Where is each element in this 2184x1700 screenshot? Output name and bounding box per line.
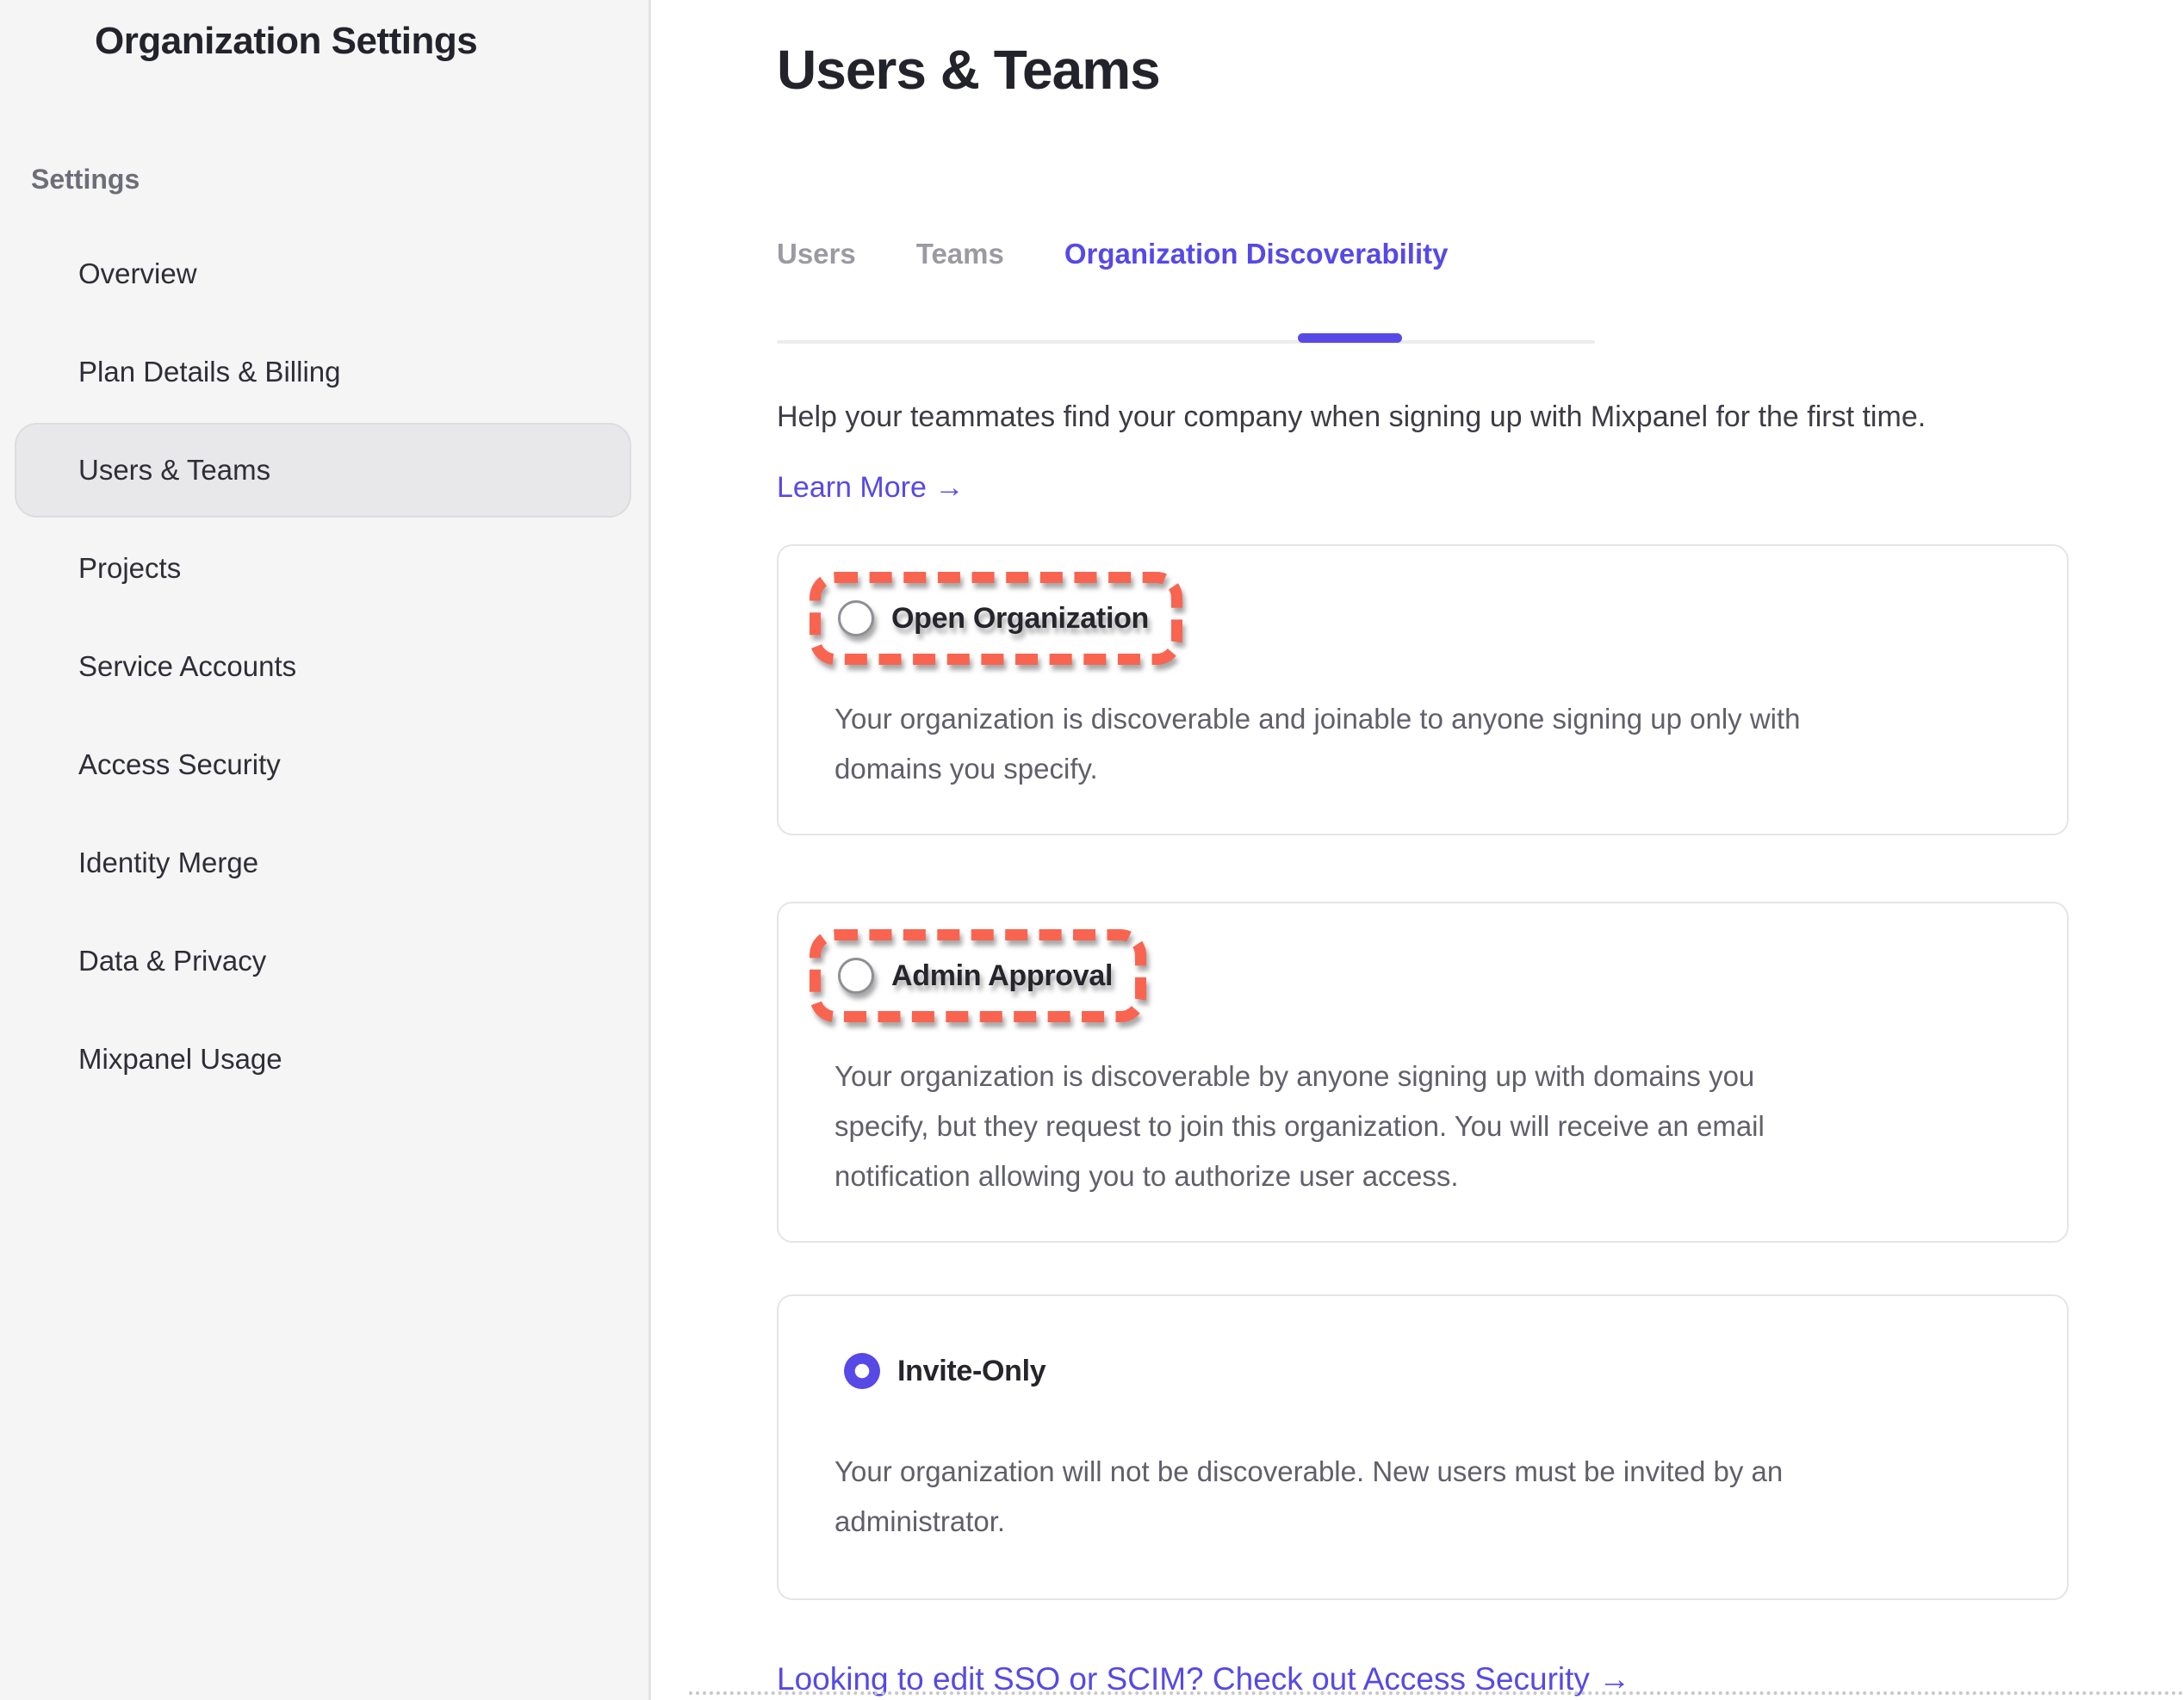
tab-teams[interactable]: Teams [916, 237, 1004, 271]
description-line: Your organization is discoverable by any… [835, 1052, 2015, 1101]
sidebar-item-mixpanel-usage[interactable]: Mixpanel Usage [15, 1012, 631, 1107]
description-line: domains you specify. [835, 744, 2015, 794]
learn-more-link[interactable]: Learn More → [777, 467, 964, 508]
option-description: Your organization will not be discoverab… [835, 1447, 2015, 1547]
sidebar-item-plan-details-billing[interactable]: Plan Details & Billing [15, 325, 631, 419]
description-line: notification allowing you to authorize u… [835, 1151, 2015, 1201]
sidebar-item-users-teams[interactable]: Users & Teams [15, 423, 631, 518]
option-label-invite-only[interactable]: Invite-Only [897, 1355, 1045, 1388]
app-window: Organization Settings Settings Overview … [0, 0, 2184, 1700]
option-description: Your organization is discoverable by any… [835, 1052, 2015, 1201]
radio-unchecked-icon[interactable] [838, 958, 874, 994]
page-title: Users & Teams [777, 40, 2184, 100]
sidebar-item-access-security[interactable]: Access Security [15, 717, 631, 812]
option-description: Your organization is discoverable and jo… [835, 694, 2015, 794]
description-line: administrator. [835, 1497, 2015, 1547]
sidebar-item-overview[interactable]: Overview [15, 226, 631, 321]
sidebar-item-data-privacy[interactable]: Data & Privacy [15, 914, 631, 1008]
active-tab-indicator [1298, 333, 1402, 343]
sidebar-item-service-accounts[interactable]: Service Accounts [15, 619, 631, 714]
main-content: Users & Teams Users Teams Organization D… [651, 0, 2184, 1700]
sidebar-nav: Overview Plan Details & Billing Users & … [0, 226, 648, 1107]
annotation-box-open-organization: Open Organization [810, 572, 1182, 665]
radio-checked-icon[interactable] [844, 1353, 880, 1389]
description-line: Your organization will not be discoverab… [835, 1447, 2015, 1497]
option-card-open-organization: Open Organization Your organization is d… [777, 544, 2069, 835]
sidebar-section-label: Settings [0, 163, 648, 195]
tab-organization-discoverability[interactable]: Organization Discoverability [1064, 237, 1449, 271]
tab-underline [777, 340, 1595, 344]
annotation-box-admin-approval: Admin Approval [810, 929, 1146, 1022]
option-row-invite-only[interactable]: Invite-Only [844, 1353, 1045, 1389]
option-card-admin-approval: Admin Approval Your organization is disc… [777, 902, 2069, 1243]
radio-unchecked-icon[interactable] [838, 600, 874, 636]
option-label-admin-approval[interactable]: Admin Approval [891, 959, 1113, 993]
sidebar-item-identity-merge[interactable]: Identity Merge [15, 816, 631, 910]
option-card-invite-only: Invite-Only Your organization will not b… [777, 1294, 2069, 1600]
sidebar-title: Organization Settings [0, 19, 648, 65]
intro-text: Help your teammates find your company wh… [777, 396, 2184, 437]
sidebar: Organization Settings Settings Overview … [0, 0, 651, 1700]
sidebar-item-projects[interactable]: Projects [15, 521, 631, 616]
description-line: Your organization is discoverable and jo… [835, 694, 2015, 744]
tab-users[interactable]: Users [777, 237, 856, 271]
option-label-open-organization[interactable]: Open Organization [891, 602, 1149, 636]
description-line: specify, but they request to join this o… [835, 1101, 2015, 1151]
bottom-divider [689, 1691, 2184, 1695]
tab-bar: Users Teams Organization Discoverability [777, 237, 2184, 271]
